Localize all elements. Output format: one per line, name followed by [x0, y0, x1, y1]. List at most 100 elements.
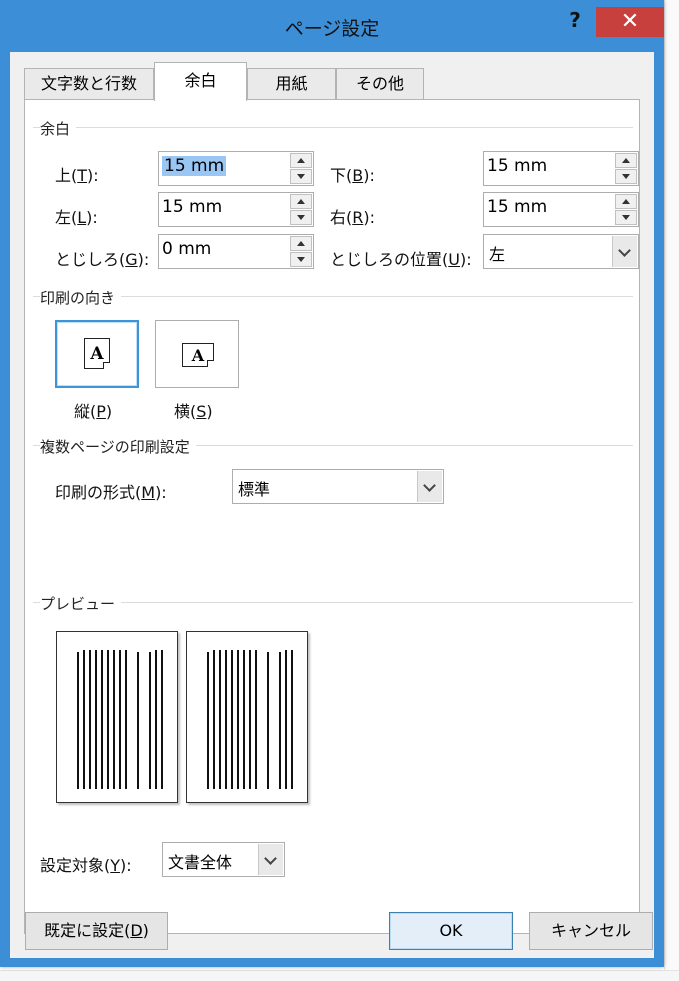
preview-page	[186, 631, 308, 803]
tab-margins[interactable]: 余白	[154, 62, 247, 101]
gutter-position-label: とじしろの位置(U):	[330, 250, 472, 269]
spin-down-button[interactable]	[615, 169, 637, 184]
preview-line	[219, 650, 221, 789]
arrow-down-icon	[297, 257, 305, 262]
preview-line	[155, 650, 157, 789]
preview-line	[149, 652, 151, 789]
preview-page	[56, 631, 178, 803]
portrait-page-icon: A	[84, 338, 110, 369]
multiple-pages-group-label: 複数ページの印刷設定	[40, 436, 196, 457]
group-divider	[33, 296, 633, 297]
preview-line	[137, 652, 139, 789]
arrow-up-icon	[297, 158, 305, 163]
help-button[interactable]: ?	[560, 8, 590, 38]
orientation-group-label: 印刷の向き	[40, 287, 122, 308]
tab-paper[interactable]: 用紙	[247, 68, 336, 100]
background-app-edge	[664, 0, 679, 981]
apply-to-select[interactable]: 文書全体	[162, 842, 285, 877]
landscape-label: 横(S)	[174, 402, 213, 421]
chevron-down-icon	[618, 244, 631, 257]
cancel-button[interactable]: キャンセル	[529, 912, 653, 950]
preview-line	[291, 650, 293, 789]
gutter-spinner[interactable]: 0 mm	[158, 234, 314, 269]
dropdown-button[interactable]	[258, 844, 283, 875]
spin-up-button[interactable]	[615, 153, 637, 168]
preview-line	[161, 650, 163, 789]
preview-line	[267, 652, 269, 789]
spin-down-button[interactable]	[290, 210, 312, 225]
group-divider	[33, 127, 633, 128]
print-format-value: 標準	[238, 480, 271, 499]
top-margin-label: 上(T):	[55, 166, 99, 185]
gutter-position-value: 左	[489, 245, 506, 264]
gutter-value[interactable]: 0 mm	[162, 239, 211, 259]
ok-button[interactable]: OK	[389, 912, 513, 950]
dialog-client-area: 文字数と行数 余白 用紙 その他 余白 上(T): 15 mm 下(B): 15…	[10, 52, 654, 958]
preview-line	[231, 650, 233, 789]
tab-other[interactable]: その他	[336, 68, 424, 100]
left-margin-label: 左(L):	[55, 208, 98, 227]
left-margin-value[interactable]: 15 mm	[162, 197, 222, 217]
background-app-bottom	[0, 970, 679, 981]
spin-down-button[interactable]	[290, 169, 312, 184]
preview-line	[213, 650, 215, 789]
arrow-down-icon	[622, 174, 630, 179]
preview-line	[255, 650, 257, 789]
apply-to-label: 設定対象(Y):	[40, 856, 132, 875]
print-format-select[interactable]: 標準	[232, 469, 444, 504]
preview-line	[243, 650, 245, 789]
bottom-margin-label: 下(B):	[330, 166, 375, 185]
spin-up-button[interactable]	[290, 236, 312, 251]
arrow-up-icon	[297, 241, 305, 246]
margins-tab-panel: 余白 上(T): 15 mm 下(B): 15 mm 左(L): 15 mm 右…	[24, 99, 640, 934]
left-margin-spinner[interactable]: 15 mm	[158, 192, 314, 227]
preview-line	[119, 650, 121, 789]
arrow-up-icon	[622, 158, 630, 163]
preview-line	[237, 650, 239, 789]
landscape-button[interactable]: A	[155, 320, 239, 388]
preview-line	[285, 650, 287, 789]
group-divider	[33, 602, 633, 603]
arrow-up-icon	[622, 199, 630, 204]
preview-line	[249, 650, 251, 789]
right-margin-spinner[interactable]: 15 mm	[483, 192, 639, 227]
preview-group-label: プレビュー	[40, 593, 122, 614]
preview-line	[225, 650, 227, 789]
chevron-down-icon	[423, 479, 436, 492]
portrait-label: 縦(P)	[74, 402, 113, 421]
spin-up-button[interactable]	[615, 194, 637, 209]
tab-characters-lines[interactable]: 文字数と行数	[24, 68, 154, 100]
right-margin-label: 右(R):	[330, 208, 376, 227]
portrait-button[interactable]: A	[55, 320, 139, 388]
bottom-margin-value[interactable]: 15 mm	[487, 156, 547, 176]
preview-line	[279, 652, 281, 789]
top-margin-value[interactable]: 15 mm	[162, 156, 227, 176]
dropdown-button[interactable]	[417, 471, 442, 502]
spin-down-button[interactable]	[615, 210, 637, 225]
arrow-down-icon	[297, 174, 305, 179]
title-bar[interactable]: ページ設定 ? ✕	[0, 0, 664, 52]
dropdown-button[interactable]	[612, 236, 637, 267]
top-margin-spinner[interactable]: 15 mm	[158, 151, 314, 186]
spin-up-button[interactable]	[290, 153, 312, 168]
spin-up-button[interactable]	[290, 194, 312, 209]
bottom-margin-spinner[interactable]: 15 mm	[483, 151, 639, 186]
gutter-label: とじしろ(G):	[55, 250, 150, 269]
preview-line	[107, 650, 109, 789]
preview-line	[89, 650, 91, 789]
landscape-page-icon: A	[182, 343, 214, 367]
right-margin-value[interactable]: 15 mm	[487, 197, 547, 217]
preview-line	[95, 650, 97, 789]
arrow-down-icon	[297, 215, 305, 220]
close-button[interactable]: ✕	[596, 7, 664, 37]
set-default-button[interactable]: 既定に設定(D)	[25, 912, 168, 950]
spin-down-button[interactable]	[290, 252, 312, 267]
arrow-up-icon	[297, 199, 305, 204]
preview-line	[125, 650, 127, 789]
gutter-position-select[interactable]: 左	[483, 234, 639, 269]
preview-line	[83, 650, 85, 789]
arrow-down-icon	[622, 215, 630, 220]
preview-line	[207, 652, 209, 789]
margins-group-label: 余白	[40, 118, 77, 139]
page-setup-dialog: ページ設定 ? ✕ 文字数と行数 余白 用紙 その他 余白 上(T): 15 m…	[0, 0, 664, 967]
